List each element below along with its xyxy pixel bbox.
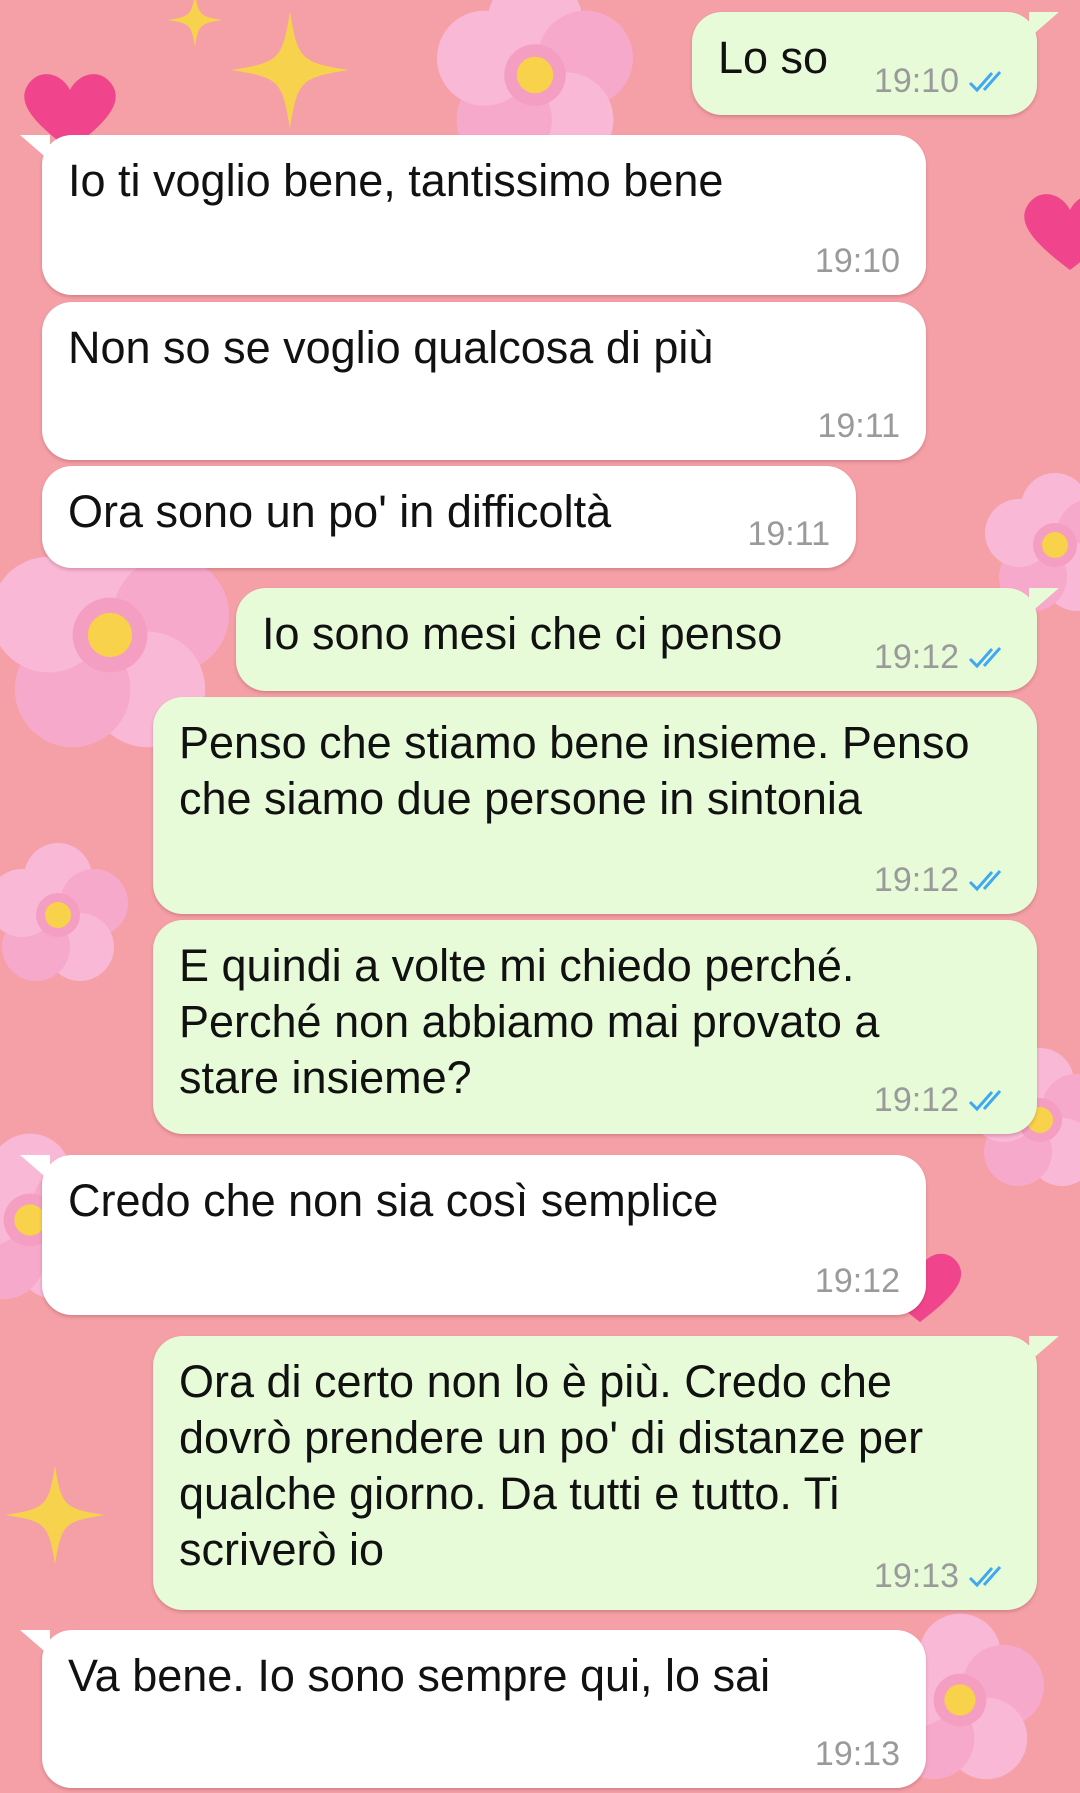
message-text: Io ti voglio bene, tantissimo bene — [68, 155, 724, 206]
message-time: 19:12 — [873, 861, 959, 899]
message-meta: 19:10 — [874, 62, 1011, 101]
message-meta: 19:12 — [815, 1262, 900, 1301]
message-bubble-outgoing[interactable]: Io sono mesi che ci penso 19:12 — [236, 588, 1059, 691]
message-meta: 19:10 — [815, 242, 900, 281]
message-text: Credo che non sia così semplice — [68, 1175, 719, 1226]
chat-thread: Lo so 19:10 Io ti voglio bene, tantissim… — [0, 0, 1080, 1793]
message-text: Penso che stiamo bene insieme. Penso che… — [179, 717, 970, 824]
message-text: Va bene. Io sono sempre qui, lo sai — [68, 1650, 771, 1701]
message-bubble-incoming[interactable]: Non so se voglio qualcosa di più 19:11 — [42, 302, 926, 460]
message-text: Lo so — [718, 32, 829, 83]
message-meta: 19:11 — [747, 515, 830, 554]
message-bubble-incoming[interactable]: Va bene. Io sono sempre qui, lo sai 19:1… — [20, 1630, 926, 1788]
message-text: E quindi a volte mi chiedo perché. Perch… — [179, 940, 880, 1103]
message-meta: 19:12 — [874, 861, 1011, 900]
message-meta: 19:12 — [874, 638, 1011, 677]
message-bubble-incoming[interactable]: Io ti voglio bene, tantissimo bene 19:10 — [20, 135, 926, 295]
read-check-icon — [967, 1087, 1011, 1115]
message-time: 19:11 — [747, 515, 830, 553]
message-time: 19:11 — [817, 407, 900, 445]
message-time: 19:12 — [873, 1081, 959, 1119]
message-time: 19:13 — [873, 1557, 959, 1595]
read-check-icon — [967, 867, 1011, 895]
message-meta: 19:13 — [815, 1735, 900, 1774]
message-text: Non so se voglio qualcosa di più — [68, 322, 714, 373]
message-bubble-outgoing[interactable]: Ora di certo non lo è più. Credo che dov… — [153, 1336, 1059, 1610]
message-text: Io sono mesi che ci penso — [262, 608, 783, 659]
read-check-icon — [967, 68, 1011, 96]
message-bubble-incoming[interactable]: Credo che non sia così semplice 19:12 — [20, 1155, 926, 1315]
message-text: Ora sono un po' in difficoltà — [68, 486, 612, 537]
read-check-icon — [967, 644, 1011, 672]
message-bubble-incoming[interactable]: Ora sono un po' in difficoltà 19:11 — [42, 466, 856, 568]
message-time: 19:12 — [814, 1262, 900, 1300]
message-meta: 19:12 — [874, 1081, 1011, 1120]
message-bubble-outgoing[interactable]: E quindi a volte mi chiedo perché. Perch… — [153, 920, 1037, 1134]
message-text: Ora di certo non lo è più. Credo che dov… — [179, 1356, 924, 1575]
message-bubble-outgoing[interactable]: Penso che stiamo bene insieme. Penso che… — [153, 697, 1037, 914]
message-meta: 19:13 — [874, 1557, 1011, 1596]
message-time: 19:10 — [873, 62, 959, 100]
message-time: 19:12 — [873, 638, 959, 676]
message-time: 19:13 — [814, 1735, 900, 1773]
read-check-icon — [967, 1563, 1011, 1591]
message-time: 19:10 — [814, 242, 900, 280]
message-bubble-outgoing[interactable]: Lo so 19:10 — [692, 12, 1059, 115]
message-meta: 19:11 — [817, 407, 900, 446]
